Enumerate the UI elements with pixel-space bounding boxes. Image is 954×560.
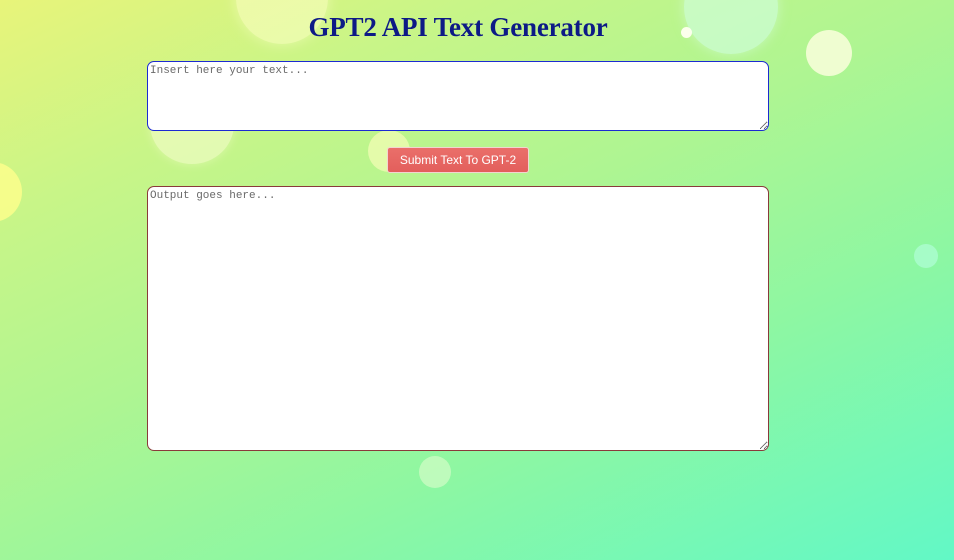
submit-button[interactable]: Submit Text To GPT-2 <box>387 147 529 173</box>
bokeh-light <box>0 162 22 222</box>
bokeh-light <box>419 456 451 488</box>
text-input[interactable] <box>147 61 769 131</box>
page-title: GPT2 API Text Generator <box>308 12 608 42</box>
output-area[interactable] <box>147 186 769 451</box>
bokeh-light <box>914 244 938 268</box>
